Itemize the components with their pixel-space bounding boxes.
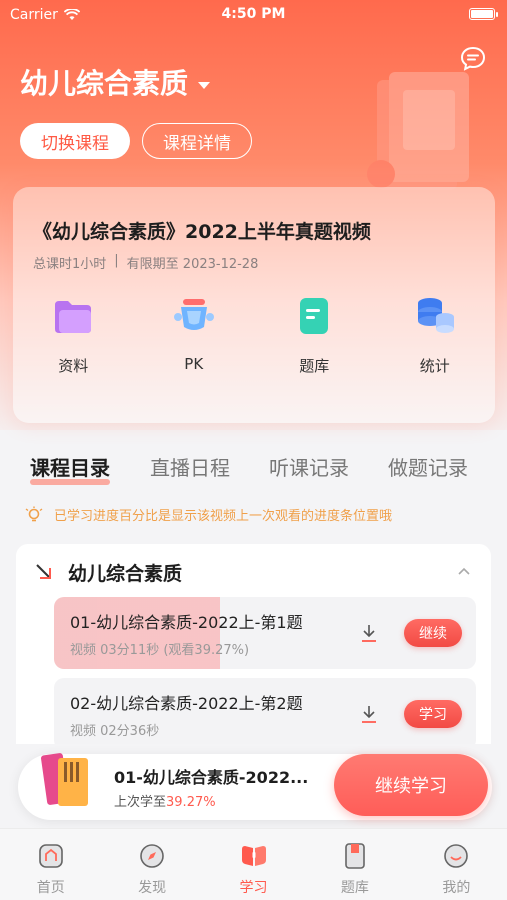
progress-notice: 已学习进度百分比是显示该视频上一次观看的进度条位置哦: [24, 505, 392, 524]
books-icon: [41, 753, 88, 806]
meta-separator: |: [114, 253, 119, 268]
question-bank-icon: [345, 843, 365, 869]
tabbar-item-study[interactable]: 学习: [203, 829, 304, 900]
feature-grid: 资料 PK 题库 统计: [13, 293, 495, 376]
tab-course-catalog[interactable]: 课程目录: [30, 452, 110, 485]
feature-stats[interactable]: 统计: [375, 293, 496, 376]
resume-progress: 上次学至39.27%: [114, 791, 216, 810]
feature-label: 题库: [299, 357, 330, 375]
caret-down-icon: [198, 81, 211, 89]
valid-until: 有限期至 2023-12-28: [126, 257, 259, 272]
lesson-item[interactable]: 02-幼儿综合素质-2022上-第2题 视频 02分36秒 学习: [54, 678, 476, 744]
resume-last-label: 上次学至: [114, 795, 167, 810]
lesson-title: 01-幼儿综合素质-2022上-第1题: [70, 613, 303, 632]
question-bank-icon: [300, 298, 329, 334]
feature-question-bank[interactable]: 题库: [254, 293, 375, 376]
tab-label: 直播日程: [150, 456, 230, 480]
tab-lecture-records[interactable]: 听课记录: [269, 452, 349, 481]
download-icon[interactable]: [360, 623, 378, 643]
feature-label: 资料: [58, 357, 89, 375]
profile-icon: [444, 844, 469, 868]
stats-icon: [417, 298, 454, 333]
feature-label: 统计: [419, 357, 450, 375]
feature-pk[interactable]: PK: [134, 293, 255, 376]
lesson-title: 02-幼儿综合素质-2022上-第2题: [70, 694, 303, 713]
status-bar: Carrier 4:50 PM: [0, 0, 507, 30]
lesson-meta: 视频 03分11秒 (观看39.27%): [70, 643, 250, 658]
tabbar-label: 学习: [239, 880, 268, 896]
course-title: 幼儿综合素质: [20, 67, 189, 100]
tabbar-item-home[interactable]: 首页: [0, 829, 101, 900]
content-tabs: 课程目录 直播日程 听课记录 做题记录: [0, 452, 507, 492]
section-header[interactable]: 幼儿综合素质: [34, 560, 475, 585]
study-button[interactable]: 学习: [404, 700, 462, 728]
book-illustration-icon: [367, 72, 469, 190]
section-title: 幼儿综合素质: [68, 562, 183, 585]
tabbar-item-profile[interactable]: 我的: [406, 829, 507, 900]
arrow-down-right-icon: [36, 564, 51, 579]
battery-icon: [469, 8, 498, 20]
course-card: 《幼儿综合素质》2022上半年真题视频 总课时1小时 | 有限期至 2023-1…: [13, 187, 495, 423]
switch-course-button[interactable]: 切换课程: [20, 123, 130, 159]
lesson-meta: 视频 02分36秒: [70, 724, 160, 739]
tab-label: 听课记录: [269, 456, 349, 480]
continue-learning-button[interactable]: 继续学习: [334, 754, 488, 816]
resume-last-percent: 39.27%: [166, 795, 216, 810]
feature-materials[interactable]: 资料: [13, 293, 134, 376]
catalog-list: 幼儿综合素质 01-幼儿综合素质-2022上-第1题 视频 03分11秒 (观看…: [16, 544, 491, 744]
tab-label: 做题记录: [388, 456, 468, 480]
lightbulb-icon: [25, 506, 43, 521]
home-icon: [38, 844, 63, 868]
feature-label: PK: [184, 355, 204, 373]
continue-button[interactable]: 继续: [404, 619, 462, 647]
study-book-icon: [241, 846, 266, 866]
tab-exercise-records[interactable]: 做题记录: [388, 452, 468, 481]
tab-live-schedule[interactable]: 直播日程: [150, 452, 230, 481]
course-card-meta: 总课时1小时 | 有限期至 2023-12-28: [33, 253, 258, 272]
tabbar-label: 发现: [138, 880, 167, 896]
course-card-title: 《幼儿综合素质》2022上半年真题视频: [33, 221, 371, 243]
lesson-item[interactable]: 01-幼儿综合素质-2022上-第1题 视频 03分11秒 (观看39.27%)…: [54, 597, 476, 669]
active-tab-indicator: [30, 479, 110, 485]
status-time: 4:50 PM: [221, 6, 286, 22]
bottom-tab-bar: 首页 发现 学习 题库 我的: [0, 828, 507, 900]
tabbar-item-discover[interactable]: 发现: [101, 829, 202, 900]
tabbar-label: 我的: [442, 880, 471, 896]
total-hours: 总课时1小时: [33, 257, 107, 272]
tabbar-item-question-bank[interactable]: 题库: [304, 829, 405, 900]
tabbar-label: 题库: [340, 880, 369, 896]
message-icon[interactable]: [459, 45, 487, 73]
chevron-up-icon[interactable]: [457, 566, 471, 576]
compass-icon: [140, 844, 164, 868]
course-title-dropdown[interactable]: 幼儿综合素质: [20, 62, 211, 102]
resume-title: 01-幼儿综合素质-2022...: [114, 768, 309, 787]
folder-icon: [55, 301, 92, 333]
pk-icon: [173, 299, 214, 330]
download-icon[interactable]: [360, 704, 378, 724]
lesson-progress-fill: [54, 597, 220, 669]
notice-text: 已学习进度百分比是显示该视频上一次观看的进度条位置哦: [54, 509, 393, 524]
tabbar-label: 首页: [36, 880, 65, 896]
tab-label: 课程目录: [30, 456, 110, 480]
course-detail-button[interactable]: 课程详情: [142, 123, 252, 159]
